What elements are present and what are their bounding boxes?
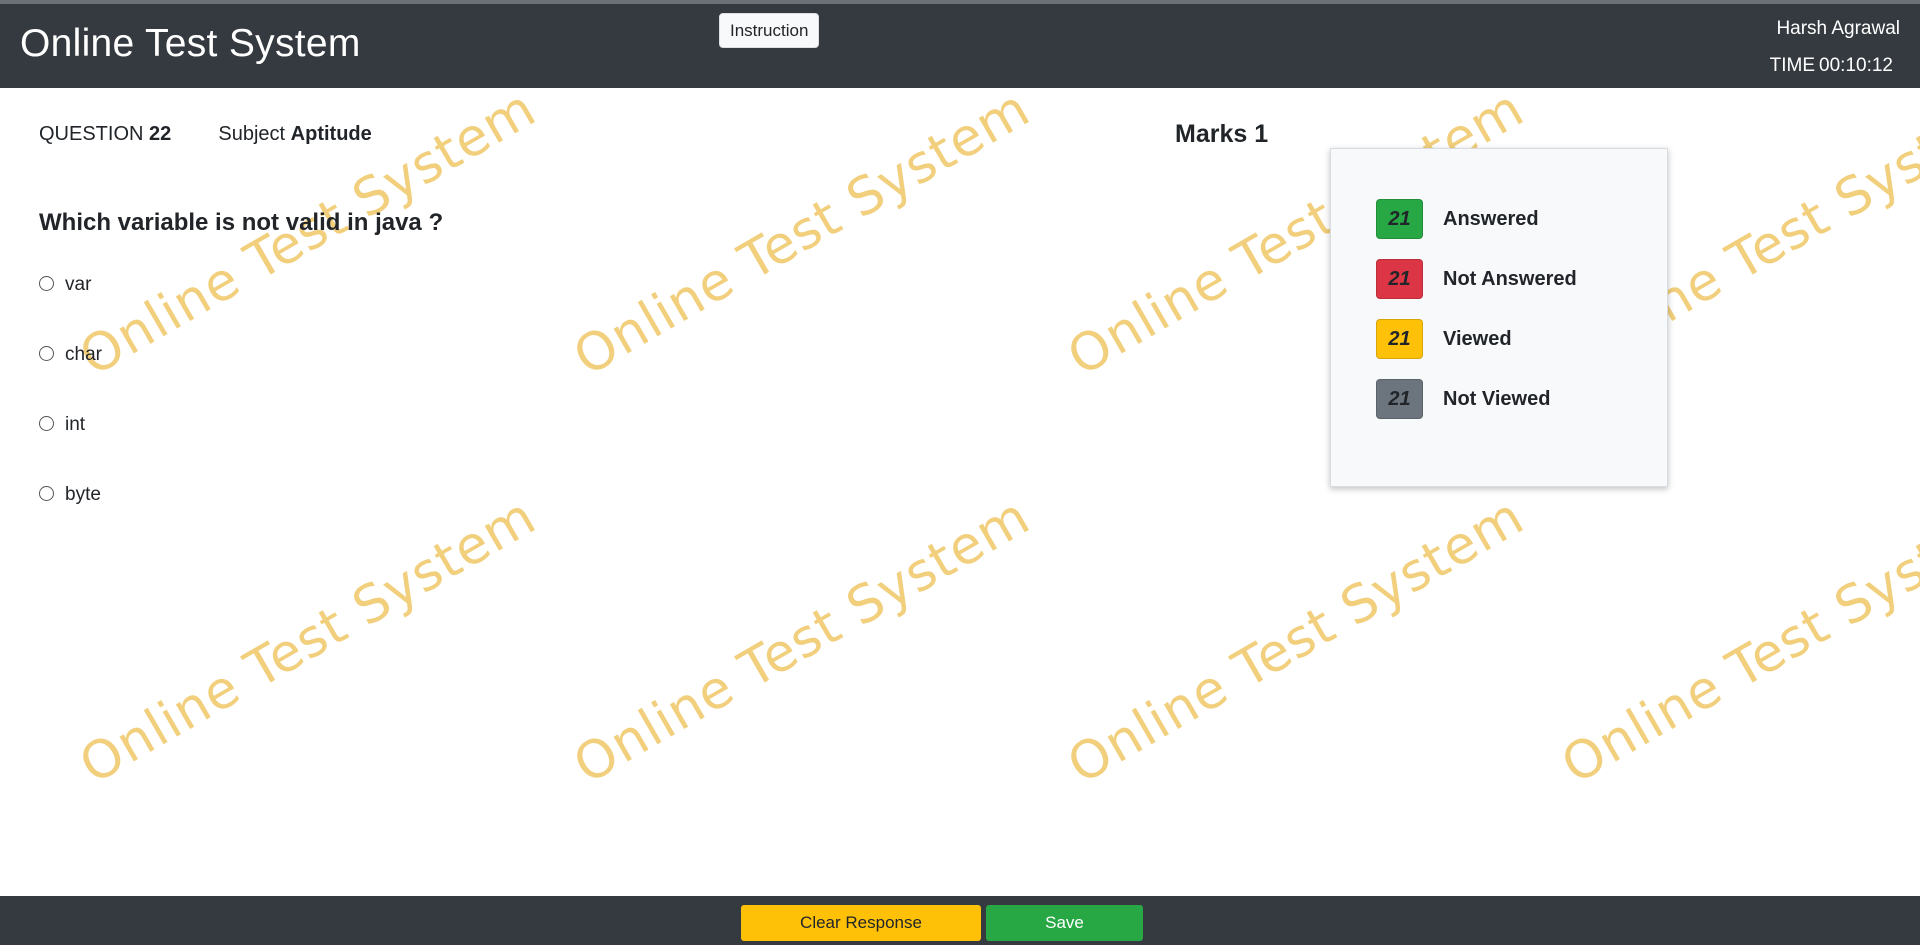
option-radio[interactable] — [39, 416, 54, 431]
answer-option[interactable]: char — [39, 340, 102, 410]
answer-option[interactable]: var — [39, 270, 102, 340]
question-number: 22 — [149, 123, 172, 145]
marks-value: 1 — [1254, 120, 1269, 148]
legend-not-answered: 21 Not Answered — [1376, 259, 1577, 299]
marks-label: Marks — [1175, 120, 1248, 148]
viewed-label: Viewed — [1443, 327, 1512, 350]
not-viewed-count-badge: 21 — [1376, 379, 1423, 419]
answer-options: var char int byte — [39, 270, 102, 550]
app-header: Online Test System Instruction Harsh Agr… — [0, 4, 1920, 88]
answered-count-badge: 21 — [1376, 199, 1423, 239]
timer: TIME 00:10:12 — [1770, 55, 1893, 77]
user-name: Harsh Agrawal — [1776, 18, 1900, 39]
timer-label: TIME — [1769, 55, 1816, 76]
option-label[interactable]: byte — [65, 480, 101, 510]
answer-option[interactable]: int — [39, 410, 102, 480]
question-text: Which variable is not valid in java ? — [39, 209, 444, 236]
option-radio[interactable] — [39, 346, 54, 361]
option-label[interactable]: var — [65, 270, 91, 300]
app-title: Online Test System — [20, 22, 361, 65]
subject-label: Subject — [218, 123, 286, 145]
viewed-count-badge: 21 — [1376, 319, 1423, 359]
watermark-text: Online Test System — [1552, 486, 1920, 796]
answered-label: Answered — [1443, 207, 1539, 230]
watermark-text: Online Test System — [564, 88, 1041, 388]
watermark-text: Online Test System — [1058, 486, 1535, 796]
option-radio[interactable] — [39, 276, 54, 291]
question-meta: QUESTION 22 Subject Aptitude — [39, 123, 372, 146]
timer-value: 00:10:12 — [1819, 55, 1893, 76]
legend-viewed: 21 Viewed — [1376, 319, 1512, 359]
legend-answered: 21 Answered — [1376, 199, 1539, 239]
watermark-text: Online Test System — [70, 486, 547, 796]
clear-response-button[interactable]: Clear Response — [741, 905, 981, 941]
option-label[interactable]: int — [65, 410, 85, 440]
answer-option[interactable]: byte — [39, 480, 102, 550]
status-legend-panel: 21 Answered 21 Not Answered 21 Viewed 21… — [1330, 148, 1668, 487]
option-label[interactable]: char — [65, 340, 102, 370]
watermark-text: Online Test System — [564, 486, 1041, 796]
not-viewed-label: Not Viewed — [1443, 387, 1551, 410]
instruction-button[interactable]: Instruction — [719, 13, 820, 48]
question-number-label: QUESTION — [39, 123, 144, 145]
marks: Marks 1 — [1175, 120, 1268, 149]
option-radio[interactable] — [39, 486, 54, 501]
action-footer: Clear Response Save — [0, 896, 1920, 945]
not-answered-label: Not Answered — [1443, 267, 1577, 290]
legend-not-viewed: 21 Not Viewed — [1376, 379, 1550, 419]
save-button[interactable]: Save — [986, 905, 1143, 941]
subject-value: Aptitude — [290, 123, 372, 145]
not-answered-count-badge: 21 — [1376, 259, 1423, 299]
